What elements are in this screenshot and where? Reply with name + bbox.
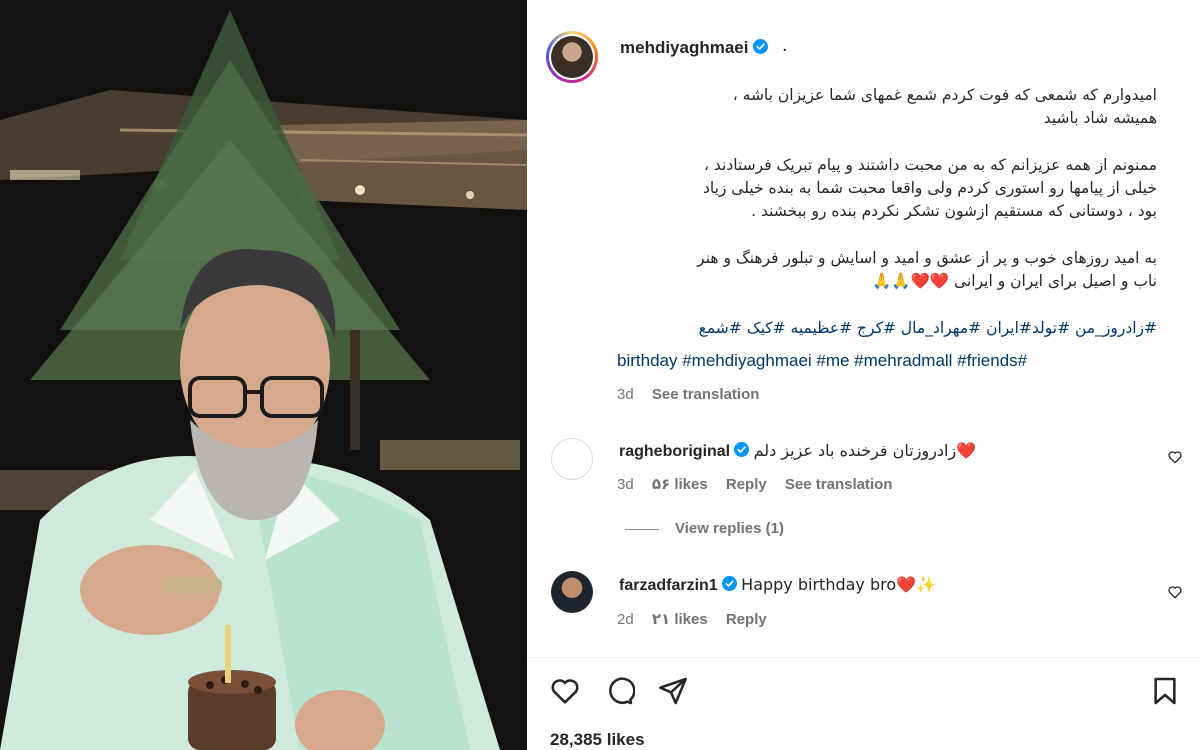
comment-text: Happy birthday bro❤️✨ [741,575,936,594]
comment-icon[interactable] [603,675,635,707]
caption-see-translation-button[interactable]: See translation [652,386,760,403]
verified-badge-icon [734,442,750,457]
replies-dash [625,528,659,530]
verified-badge-icon [752,39,768,54]
comment-likes[interactable]: ۲۱ likes [652,611,708,628]
comment-text: زادروزتان فرخنده باد عزیز دلم❤️ [753,441,977,460]
post-details-panel: mehdiyaghmaei . امیدوارم که شمعی که فوت … [527,0,1200,750]
caption-meta: 3d See translation [617,386,773,403]
bookmark-icon[interactable] [1149,675,1181,707]
verified-badge-icon [721,576,737,591]
caption-paragraph: ممنونم از همه عزیزانم که به من محبت داشت… [557,154,1157,223]
comment-like-heart-icon[interactable] [1167,584,1183,600]
hashtags-english[interactable]: birthday #mehdiyaghmaei #me #mehradmall … [617,351,1027,371]
likes-count[interactable]: 28,385 likes [550,730,645,750]
comment-time[interactable]: 2d [617,611,634,628]
comment-username[interactable]: ragheboriginal [619,443,730,460]
post-header: mehdiyaghmaei . [527,0,1200,92]
post-time[interactable]: 3d [617,386,634,403]
caption-line: بود ، دوستانی که مستقیم ازشون تشکر نکردم… [751,202,1157,220]
comment-avatar[interactable] [551,571,593,613]
send-icon[interactable] [657,675,689,707]
caption-paragraph: امیدوارم که شمعی که فوت کردم شمع غمهای ش… [557,84,1157,130]
caption-line: ممنونم از همه عزیزانم که به من محبت داشت… [703,156,1157,174]
comment-likes[interactable]: ۵۶ likes [652,476,708,493]
actions-divider [527,657,1200,658]
author-username[interactable]: mehdiyaghmaei [620,38,768,58]
heart-icon[interactable] [549,675,581,707]
caption-line: خیلی از پیامها رو استوری کردم ولی واقعا … [702,179,1157,197]
comment-avatar[interactable] [551,438,593,480]
caption-line: امیدوارم که شمعی که فوت کردم شمع غمهای ش… [732,86,1157,104]
post-caption: امیدوارم که شمعی که فوت کردم شمع غمهای ش… [557,84,1157,340]
post-photo [0,0,527,750]
author-username-text[interactable]: mehdiyaghmaei [620,38,749,57]
caption-line: همیشه شاد باشید [1043,109,1157,127]
caption-line: به امید روزهای خوب و پر از عشق و امید و … [697,249,1157,267]
comment-like-heart-icon[interactable] [1167,449,1183,465]
comment-reply-button[interactable]: Reply [726,611,767,628]
post-media[interactable] [0,0,527,750]
comment-reply-button[interactable]: Reply [726,476,767,493]
view-replies-button[interactable]: View replies (1) [625,520,784,537]
header-separator: . [782,34,788,56]
view-replies-label[interactable]: View replies (1) [675,520,784,537]
comment-2: farzadfarzin1 Happy birthday bro❤️✨ [619,575,936,595]
comment-1-meta: 3d ۵۶ likes Reply See translation [617,475,906,493]
comment-2-meta: 2d ۲۱ likes Reply [617,610,781,628]
comment-1: ragheboriginal زادروزتان فرخنده باد عزیز… [619,441,976,461]
caption-line: ناب و اصیل برای ایران و ایرانی ❤️❤️🙏🙏 [871,272,1157,290]
comment-time[interactable]: 3d [617,476,634,493]
author-avatar[interactable] [546,31,598,83]
hashtags-persian[interactable]: #زادروز_من #تولد#ایران #مهراد_مال #کرج #… [557,317,1157,340]
comment-username[interactable]: farzadfarzin1 [619,577,718,594]
comment-see-translation-button[interactable]: See translation [785,476,893,493]
caption-paragraph: به امید روزهای خوب و پر از عشق و امید و … [557,247,1157,293]
